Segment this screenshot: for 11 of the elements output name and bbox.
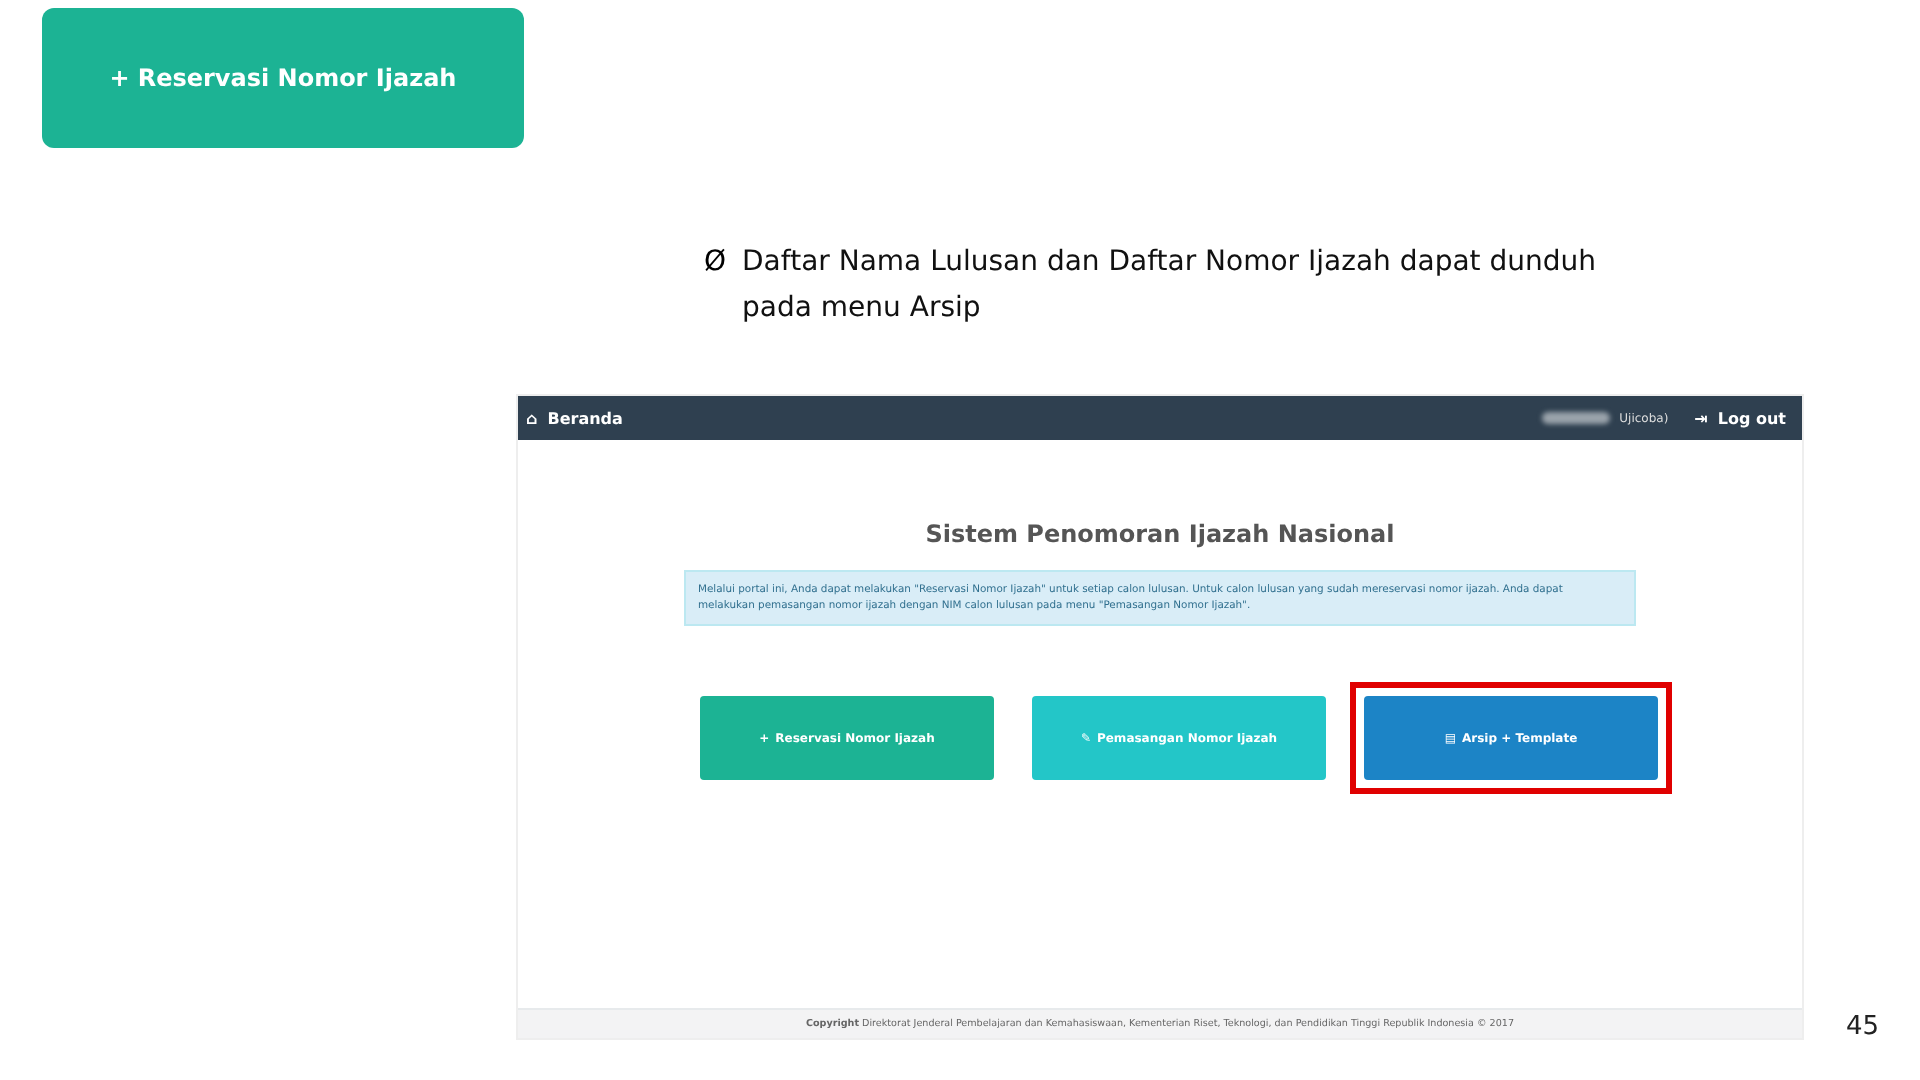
reservasi-button[interactable]: + Reservasi Nomor Ijazah [42, 8, 524, 148]
beranda-link[interactable]: Beranda [547, 409, 623, 427]
bullet-marker: Ø [704, 244, 727, 282]
page-number: 45 [1846, 1012, 1880, 1042]
plus-icon: + [109, 64, 130, 92]
home-icon: ⌂ [526, 409, 538, 427]
bullet-text: Daftar Nama Lulusan dan Daftar Nomor Ijazah dapat dunduh pada menu Arsip [742, 244, 1598, 328]
blurred-username [1541, 412, 1610, 424]
page-heading: Sistem Penomoran Ijazah Nasional [923, 520, 1397, 548]
logout-icon: ⇥ [1694, 409, 1708, 427]
logout-link[interactable]: Log out [1717, 409, 1786, 427]
